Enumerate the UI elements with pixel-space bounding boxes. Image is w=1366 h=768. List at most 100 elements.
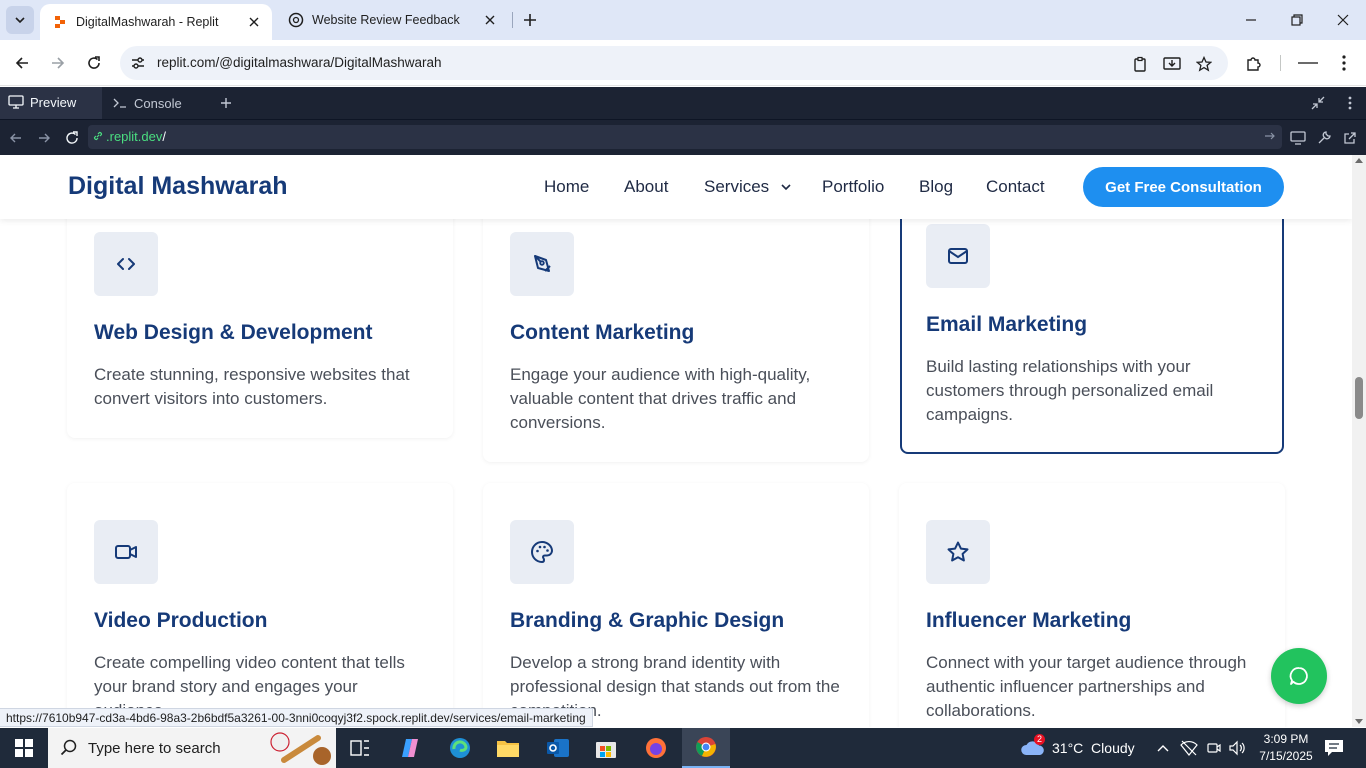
nav-blog[interactable]: Blog: [919, 177, 953, 197]
nav-contact[interactable]: Contact: [986, 177, 1045, 197]
nav-portfolio[interactable]: Portfolio: [822, 177, 884, 197]
replit-favicon-icon: [52, 14, 68, 30]
service-card-video-production[interactable]: Video Production Create compelling video…: [67, 483, 453, 727]
chevron-up-icon: [1157, 745, 1169, 752]
go-arrow-icon[interactable]: [1264, 129, 1276, 147]
browser-tab-feedback[interactable]: Website Review Feedback: [276, 0, 508, 40]
service-card-web-design[interactable]: Web Design & Development Create stunning…: [67, 195, 453, 438]
file-explorer-app[interactable]: [484, 728, 532, 768]
browser-menu-icon[interactable]: [1330, 49, 1358, 77]
nav-home[interactable]: Home: [544, 177, 589, 197]
service-card-branding[interactable]: Branding & Graphic Design Develop a stro…: [483, 483, 869, 727]
back-button[interactable]: [8, 49, 36, 77]
get-free-consultation-button[interactable]: Get Free Consultation: [1083, 167, 1284, 207]
service-description: Build lasting relationships with your cu…: [926, 357, 1214, 424]
monitor-icon: [8, 95, 24, 109]
scroll-down-icon: [1355, 719, 1363, 724]
weather-text: 31°C Cloudy: [1052, 740, 1135, 756]
volume-icon[interactable]: [1228, 728, 1246, 768]
tab-console[interactable]: Console: [104, 87, 208, 119]
microsoft-store-app[interactable]: [582, 728, 630, 768]
network-icon[interactable]: [1180, 728, 1198, 768]
webview-back-icon[interactable]: [6, 128, 26, 148]
edge-app[interactable]: [436, 728, 484, 768]
windows-logo-icon: [15, 739, 33, 757]
install-app-icon[interactable]: [1162, 54, 1182, 74]
minimize-button[interactable]: [1228, 0, 1274, 40]
show-hidden-icons[interactable]: [1156, 728, 1170, 768]
tab-search-button[interactable]: [6, 6, 34, 34]
clock-date: 7/15/2025: [1259, 749, 1313, 763]
tab-preview[interactable]: Preview: [0, 87, 102, 119]
clock-time: 3:09 PM: [1263, 732, 1309, 746]
video-icon: [94, 520, 158, 584]
weather-badge: 2: [1034, 734, 1045, 745]
notification-icon: [1325, 740, 1343, 756]
service-title: Branding & Graphic Design: [510, 609, 785, 632]
terminal-icon: [112, 96, 128, 110]
search-icon: [60, 739, 78, 757]
close-tab-icon[interactable]: [246, 14, 262, 30]
chevron-down-icon: [15, 17, 25, 24]
collapse-pane-icon[interactable]: [1308, 93, 1328, 113]
restore-button[interactable]: [1274, 0, 1320, 40]
link-icon: [92, 129, 104, 147]
forward-button[interactable]: [44, 49, 72, 77]
weather-widget[interactable]: 2 31°C Cloudy: [1020, 728, 1135, 768]
devtools-wrench-icon[interactable]: [1314, 128, 1334, 148]
store-icon: [596, 742, 616, 758]
pen-tool-icon: [510, 232, 574, 296]
scrollbar-thumb[interactable]: [1355, 377, 1363, 419]
extensions-icon[interactable]: [1240, 49, 1268, 77]
service-card-content-marketing[interactable]: Content Marketing Engage your audience w…: [483, 195, 869, 462]
start-button[interactable]: [0, 728, 48, 768]
chat-button[interactable]: [1271, 648, 1327, 704]
devices-icon[interactable]: [1288, 128, 1308, 148]
address-bar[interactable]: replit.com/@digitalmashwara/DigitalMashw…: [120, 46, 1228, 80]
system-clock[interactable]: 3:09 PM 7/15/2025: [1254, 731, 1318, 765]
webview-url-bar: .replit.dev/: [0, 119, 1366, 155]
chevron-down-icon: [781, 184, 791, 191]
code-icon: [94, 232, 158, 296]
service-description: Engage your audience with high-quality, …: [510, 365, 811, 432]
chrome-app[interactable]: [682, 728, 730, 768]
scroll-up-icon: [1355, 158, 1363, 163]
pane-menu-icon[interactable]: [1340, 93, 1360, 113]
nav-services[interactable]: Services: [704, 177, 792, 197]
nav-about[interactable]: About: [624, 177, 668, 197]
copilot-app[interactable]: [386, 728, 434, 768]
site-info-icon[interactable]: [128, 53, 148, 73]
meet-now-icon[interactable]: [1206, 728, 1222, 768]
add-pane-tab-button[interactable]: [216, 93, 236, 113]
service-card-email-marketing[interactable]: Email Marketing Build lasting relationsh…: [900, 195, 1284, 454]
service-title: Content Marketing: [510, 321, 695, 344]
bookmark-star-icon[interactable]: [1194, 54, 1214, 74]
arrow-right-icon: [52, 57, 65, 69]
page-scrollbar[interactable]: [1352, 155, 1366, 727]
task-view-icon: [350, 740, 369, 756]
openai-favicon-icon: [288, 12, 304, 28]
site-header: Digital Mashwarah Home About Services Po…: [0, 155, 1352, 219]
profile-avatar[interactable]: [1294, 49, 1322, 77]
tab-title: DigitalMashwarah - Replit: [76, 15, 219, 29]
new-tab-button[interactable]: [518, 8, 542, 32]
outlook-app[interactable]: [534, 728, 582, 768]
task-view-button[interactable]: [336, 728, 384, 768]
notification-center-button[interactable]: [1322, 736, 1346, 760]
close-window-button[interactable]: [1320, 0, 1366, 40]
site-logo[interactable]: Digital Mashwarah: [68, 172, 288, 201]
webview-url-input[interactable]: .replit.dev/: [88, 125, 1282, 149]
webview-reload-icon[interactable]: [62, 128, 82, 148]
clipboard-icon[interactable]: [1130, 54, 1150, 74]
taskbar-search[interactable]: Type here to search: [48, 728, 336, 768]
folder-icon: [497, 741, 519, 757]
browser-tab-replit[interactable]: DigitalMashwarah - Replit: [40, 4, 272, 40]
mail-icon: [926, 224, 990, 288]
webview-forward-icon[interactable]: [34, 128, 54, 148]
open-new-tab-icon[interactable]: [1340, 128, 1360, 148]
webview-url-path: /: [162, 129, 166, 144]
reload-button[interactable]: [80, 49, 108, 77]
firefox-app[interactable]: [632, 728, 680, 768]
close-tab-icon[interactable]: [482, 12, 498, 28]
service-card-influencer-marketing[interactable]: Influencer Marketing Connect with your t…: [899, 483, 1285, 727]
